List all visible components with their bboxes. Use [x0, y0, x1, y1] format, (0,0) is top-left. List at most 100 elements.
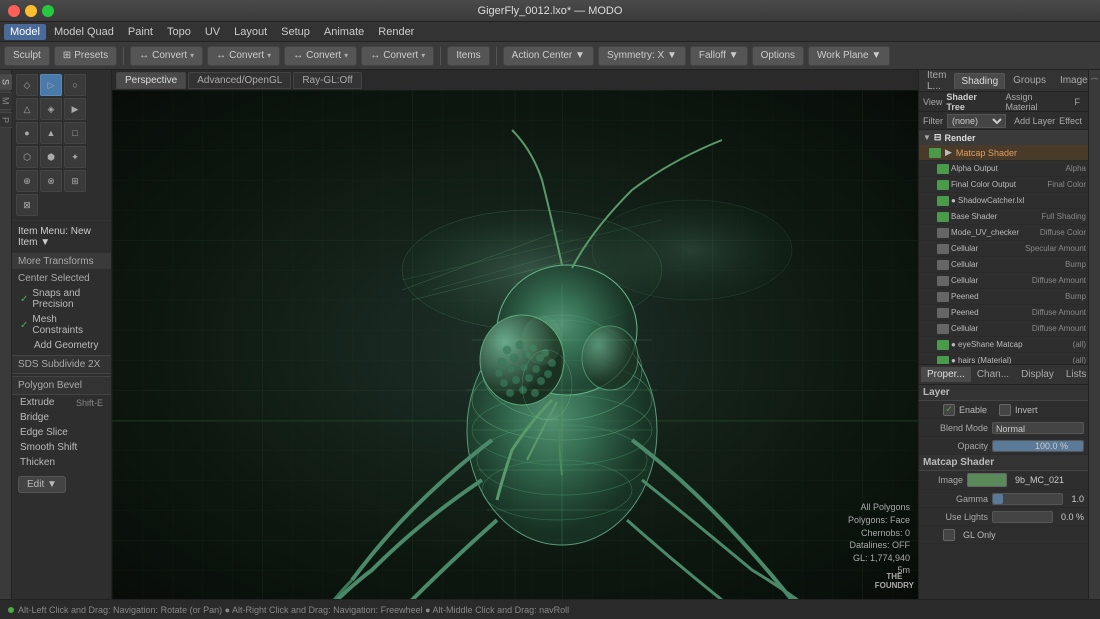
tool-t3[interactable]: ● — [16, 122, 38, 144]
menu-layout[interactable]: Layout — [228, 24, 273, 40]
tool-t7[interactable]: ⬢ — [40, 146, 62, 168]
shader-uv-checker[interactable]: Mode_UV_checker Diffuse Color — [919, 225, 1088, 241]
right-tab-items[interactable]: Item L... — [921, 70, 952, 94]
item-menu-dropdown[interactable]: Item Menu: New Item ▼ — [12, 223, 111, 251]
menu-uv[interactable]: UV — [199, 24, 226, 40]
convert-btn-1[interactable]: ↔Convert▾ — [130, 46, 203, 66]
menu-model[interactable]: Model — [4, 24, 46, 40]
sculpt-button[interactable]: Sculpt — [4, 46, 50, 66]
tool-select[interactable]: ◇ — [16, 74, 38, 96]
shader-cellular-1[interactable]: Cellular Specular Amount — [919, 241, 1088, 257]
props-tab-display[interactable]: Display — [1015, 367, 1060, 382]
right-tab-shading[interactable]: Shading — [954, 73, 1005, 89]
shader-vis-cell3[interactable] — [937, 276, 949, 286]
use-lights-slider[interactable] — [992, 511, 1053, 523]
convert-btn-2[interactable]: ↔Convert▾ — [207, 46, 280, 66]
vp-tab-raygl[interactable]: Ray-GL:Off — [293, 72, 361, 89]
gamma-slider[interactable] — [992, 493, 1063, 505]
maximize-button[interactable] — [42, 5, 54, 17]
menu-paint[interactable]: Paint — [122, 24, 159, 40]
convert-btn-3[interactable]: ↔Convert▾ — [284, 46, 357, 66]
image-swatch[interactable] — [967, 473, 1007, 487]
shader-base[interactable]: Base Shader Full Shading — [919, 209, 1088, 225]
edit-dropdown[interactable]: Edit ▼ — [18, 476, 66, 493]
shader-vis-hairs[interactable] — [937, 356, 949, 365]
tool-t12[interactable]: ⊠ — [16, 194, 38, 216]
shader-vis-cell1[interactable] — [937, 244, 949, 254]
presets-button[interactable]: ⊞Presets — [54, 46, 117, 66]
center-selected[interactable]: Center Selected — [12, 271, 111, 286]
right-tab-images[interactable]: Images — [1054, 73, 1088, 88]
shader-vis-peen1[interactable] — [937, 292, 949, 302]
tool-sel2[interactable]: ◈ — [40, 98, 62, 120]
vp-tab-perspective[interactable]: Perspective — [116, 72, 186, 89]
more-transforms[interactable]: More Transforms — [12, 253, 111, 269]
shader-eyeshane[interactable]: ● eyeShane Matcap (all) — [919, 337, 1088, 353]
minimize-button[interactable] — [25, 5, 37, 17]
tool-t2[interactable]: ▶ — [64, 98, 86, 120]
menu-edge-slice[interactable]: Edge Slice — [12, 425, 111, 440]
menu-add-geometry[interactable]: Add Geometry — [12, 338, 111, 353]
props-tab-lists[interactable]: Lists — [1060, 367, 1088, 382]
tool-t11[interactable]: ⊞ — [64, 170, 86, 192]
shader-shadowcatcher[interactable]: ● ShadowCatcher.lxl — [919, 193, 1088, 209]
tool-t5[interactable]: □ — [64, 122, 86, 144]
action-center-button[interactable]: Action Center ▼ — [503, 46, 594, 66]
menu-model-quad[interactable]: Model Quad — [48, 24, 120, 40]
invert-checkbox[interactable] — [999, 404, 1011, 416]
viewport[interactable]: Perspective Advanced/OpenGL Ray-GL:Off — [112, 70, 918, 599]
shader-peened-1[interactable]: Peened Bump — [919, 289, 1088, 305]
work-plane-button[interactable]: Work Plane ▼ — [808, 46, 890, 66]
gl-only-checkbox[interactable] — [943, 529, 955, 541]
tool-scale[interactable]: △ — [16, 98, 38, 120]
falloff-button[interactable]: Falloff ▼ — [690, 46, 748, 66]
menu-setup[interactable]: Setup — [275, 24, 316, 40]
tool-rotate[interactable]: ○ — [64, 74, 86, 96]
shader-peened-2[interactable]: Peened Diffuse Amount — [919, 305, 1088, 321]
shader-vis-final[interactable] — [937, 180, 949, 190]
tool-t4[interactable]: ▲ — [40, 122, 62, 144]
shader-vis-uv[interactable] — [937, 228, 949, 238]
options-button[interactable]: Options — [752, 46, 804, 66]
vtab-paint[interactable]: P — [0, 112, 13, 128]
vp-tab-advanced[interactable]: Advanced/OpenGL — [188, 72, 291, 89]
tool-t10[interactable]: ⊗ — [40, 170, 62, 192]
vtab-model[interactable]: M — [0, 92, 13, 110]
blend-mode-value[interactable]: Normal — [992, 422, 1084, 434]
menu-topo[interactable]: Topo — [161, 24, 197, 40]
filter-select[interactable]: (none) — [947, 114, 1006, 128]
shader-matcap-row[interactable]: ▶ Matcap Shader — [919, 145, 1088, 161]
vtab-sculpt[interactable]: S — [0, 74, 13, 90]
shader-final-color[interactable]: Final Color Output Final Color — [919, 177, 1088, 193]
symmetry-button[interactable]: Symmetry: X ▼ — [598, 46, 686, 66]
enable-checkbox[interactable]: ✓ — [943, 404, 955, 416]
shader-vis-shadow[interactable] — [937, 196, 949, 206]
shader-cellular-3[interactable]: Cellular Diffuse Amount — [919, 273, 1088, 289]
items-button[interactable]: Items — [447, 46, 489, 66]
menu-snaps[interactable]: ✓ Snaps and Precision — [12, 286, 111, 312]
props-tab-proper[interactable]: Proper... — [921, 367, 971, 382]
shader-vis-alpha[interactable] — [937, 164, 949, 174]
props-tab-chan[interactable]: Chan... — [971, 367, 1015, 382]
shader-alpha-output[interactable]: Alpha Output Alpha — [919, 161, 1088, 177]
menu-render[interactable]: Render — [372, 24, 420, 40]
tool-t6[interactable]: ⬡ — [16, 146, 38, 168]
shader-vis-cell4[interactable] — [937, 324, 949, 334]
close-button[interactable] — [8, 5, 20, 17]
shader-vis-matcap[interactable] — [929, 148, 941, 158]
shader-cellular-4[interactable]: Cellular Diffuse Amount — [919, 321, 1088, 337]
shader-render-item[interactable]: ▼ ⊟ Render — [919, 130, 1088, 145]
menu-mesh-constraints[interactable]: ✓ Mesh Constraints — [12, 312, 111, 338]
viewport-canvas[interactable]: X Y Z All Polygons Polygons: Face Cherno… — [112, 90, 918, 599]
shader-vis-base[interactable] — [937, 212, 949, 222]
menu-bridge[interactable]: Bridge — [12, 410, 111, 425]
shader-vis-peen2[interactable] — [937, 308, 949, 318]
menu-thicken[interactable]: Thicken — [12, 455, 111, 470]
right-tab-groups[interactable]: Groups — [1007, 73, 1052, 88]
tool-t8[interactable]: ✦ — [64, 146, 86, 168]
menu-extrude[interactable]: Extrude Shift-E — [12, 395, 111, 410]
menu-smooth-shift[interactable]: Smooth Shift — [12, 440, 111, 455]
shader-cellular-2[interactable]: Cellular Bump — [919, 257, 1088, 273]
shader-vis-cell2[interactable] — [937, 260, 949, 270]
convert-btn-4[interactable]: ↔Convert▾ — [361, 46, 434, 66]
